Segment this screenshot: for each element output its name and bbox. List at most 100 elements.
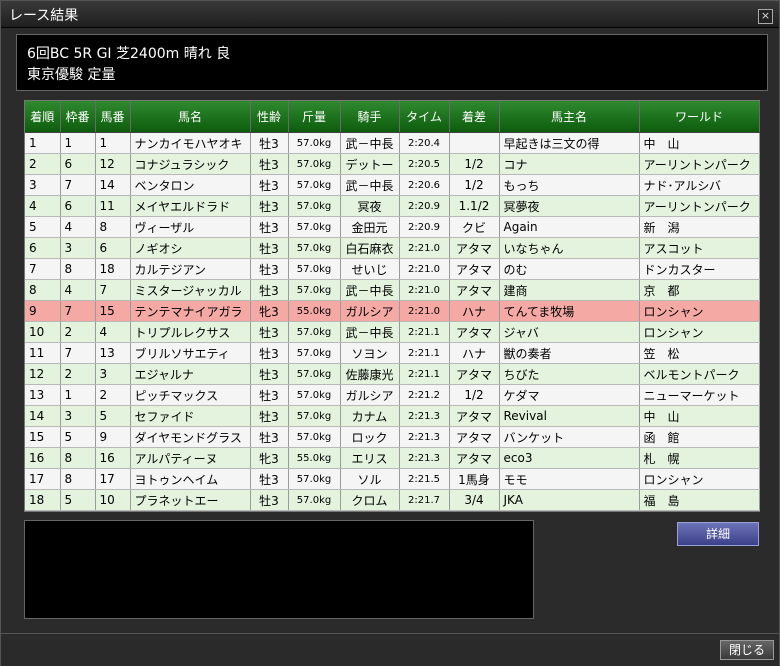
table-cell: せいじ [340, 258, 400, 280]
table-cell: ノギオシ [130, 237, 251, 259]
column-header[interactable]: 着順 [25, 101, 61, 133]
column-header[interactable]: ワールド [639, 101, 760, 133]
table-row[interactable]: 17 8 17 ヨトゥンヘイム 牡3 57.0kg ソル 2:21.5 1馬身 モモ ロンシャン [25, 468, 760, 490]
table-cell: 6 [95, 237, 131, 259]
table-cell: 牡3 [250, 216, 289, 238]
table-row[interactable]: 10 2 4 トリプルレクサス 牡3 57.0kg 武－中長 2:21.1 アタマ ジャバ ロンシャ… [25, 321, 760, 343]
table-cell: 57.0kg [288, 468, 341, 490]
column-header[interactable]: 着差 [449, 101, 500, 133]
table-cell: ニューマーケット [639, 384, 760, 406]
table-cell: 14 [95, 174, 131, 196]
table-cell: 牡3 [250, 405, 289, 427]
table-row[interactable]: 13 1 2 ピッチマックス 牡3 57.0kg ガルシア 2:21.2 1/2 ケダマ ニューマー… [25, 384, 760, 406]
table-cell: エリス [340, 447, 400, 469]
table-row[interactable]: 15 5 9 ダイヤモンドグラス 牡3 57.0kg ロック 2:21.3 アタマ バンケット函 … [25, 426, 760, 448]
table-cell: アタマ [449, 426, 500, 448]
table-cell: 佐藤康光 [340, 363, 400, 385]
table-cell: 冥夢夜 [499, 195, 640, 217]
table-cell: 3/4 [449, 489, 500, 511]
table-cell: 57.0kg [288, 321, 341, 343]
table-cell: 18 [25, 489, 61, 511]
detail-button[interactable]: 詳細 [677, 522, 759, 546]
column-header[interactable]: 馬名 [130, 101, 251, 133]
column-header[interactable]: 性齢 [250, 101, 289, 133]
table-cell: 牡3 [250, 237, 289, 259]
table-cell: 8 [60, 468, 96, 490]
column-header[interactable]: 枠番 [60, 101, 96, 133]
table-cell: ハナ [449, 342, 500, 364]
table-row[interactable]: 8 4 7 ミスタージャッカル 牡3 57.0kg 武－中長 2:21.0 アタマ 建商京 都 [25, 279, 760, 301]
table-row[interactable]: 14 3 5 セファイド 牡3 57.0kg カナム 2:21.3 アタマ Revival 中 山 [25, 405, 760, 427]
table-row[interactable]: 3 7 14 ベンタロン 牡3 57.0kg 武－中長 2:20.6 1/2 もっち ナド･アルシバ [25, 174, 760, 196]
table-cell: 3 [60, 405, 96, 427]
comment-panel [24, 520, 534, 619]
table-cell: 8 [60, 447, 96, 469]
table-cell: 57.0kg [288, 279, 341, 301]
table-cell: 白石麻衣 [340, 237, 400, 259]
table-row[interactable]: 18 5 10 プラネットエー 牡3 57.0kg クロム 2:21.7 3/4 JKA 福 島 [25, 489, 760, 511]
table-cell [449, 132, 500, 154]
table-cell: 55.0kg [288, 447, 341, 469]
close-icon[interactable]: × [758, 9, 773, 24]
table-cell: カルテジアン [130, 258, 251, 280]
table-cell: アーリントンパーク [639, 195, 760, 217]
table-row[interactable]: 7 8 18 カルテジアン 牡3 57.0kg せいじ 2:21.0 アタマ のむ ドンカスター [25, 258, 760, 280]
table-cell: デットー [340, 153, 400, 175]
table-cell: 武－中長 [340, 132, 400, 154]
table-cell: ハナ [449, 300, 500, 322]
table-cell: プラネットエー [130, 489, 251, 511]
column-header[interactable]: 馬番 [95, 101, 131, 133]
table-cell: Again [499, 216, 640, 238]
table-cell: 2:21.7 [399, 489, 450, 511]
table-row[interactable]: 2 6 12 コナジュラシック 牡3 57.0kg デットー 2:20.5 1/2 コナ アーリント… [25, 153, 760, 175]
table-row[interactable]: 1 1 1 ナンカイモハヤオキ 牡3 57.0kg 武－中長 2:20.4 早起きは三文の得中 … [25, 132, 760, 154]
table-cell: 10 [95, 489, 131, 511]
table-cell: 4 [60, 216, 96, 238]
table-row[interactable]: 9 7 15 テンテマナイアガラ 牝3 55.0kg ガルシア 2:21.0 ハナ てんてま牧場ロ… [25, 300, 760, 322]
column-header[interactable]: タイム [399, 101, 450, 133]
table-row[interactable]: 12 2 3 エジャルナ 牡3 57.0kg 佐藤康光 2:21.1 アタマ ちびた ベルモントパー… [25, 363, 760, 385]
table-cell: アタマ [449, 237, 500, 259]
table-cell: 中 山 [639, 405, 760, 427]
table-cell: モモ [499, 468, 640, 490]
table-cell: 18 [95, 258, 131, 280]
table-cell: ピッチマックス [130, 384, 251, 406]
table-cell: コナ [499, 153, 640, 175]
table-row[interactable]: 4 6 11 メイヤエルドラド 牡3 57.0kg 冥夜 2:20.9 1.1/2 冥夢夜 アーリン… [25, 195, 760, 217]
table-cell: 1 [60, 132, 96, 154]
table-row[interactable]: 6 3 6 ノギオシ 牡3 57.0kg 白石麻衣 2:21.0 アタマ いなちゃん アスコット [25, 237, 760, 259]
table-cell: アタマ [449, 405, 500, 427]
table-cell: アタマ [449, 258, 500, 280]
table-cell: エジャルナ [130, 363, 251, 385]
table-cell: 3 [60, 237, 96, 259]
table-cell: 1 [60, 384, 96, 406]
table-cell: 15 [25, 426, 61, 448]
column-header[interactable]: 斤量 [288, 101, 341, 133]
result-table-container: 着順 枠番 馬番 馬名 性齢 斤量 騎手 タイム 着差 馬主名 ワールド 1 1 1 ナンカイモハヤオキ牡… [24, 100, 760, 512]
table-cell: カナム [340, 405, 400, 427]
race-conditions: 6回BC 5R GⅠ 芝2400m 晴れ 良 [27, 46, 231, 62]
table-cell: アスコット [639, 237, 760, 259]
close-button[interactable]: 閉じる [720, 640, 774, 660]
table-cell: 牡3 [250, 279, 289, 301]
table-cell: アタマ [449, 321, 500, 343]
table-cell: いなちゃん [499, 237, 640, 259]
column-header[interactable]: 騎手 [340, 101, 400, 133]
table-cell: ロンシャン [639, 321, 760, 343]
column-header[interactable]: 馬主名 [499, 101, 640, 133]
title-bar: レース結果 × [1, 1, 779, 28]
table-cell: 2:21.1 [399, 363, 450, 385]
table-cell: 2:21.0 [399, 300, 450, 322]
table-cell: 牝3 [250, 300, 289, 322]
table-cell: 11 [25, 342, 61, 364]
table-cell: 武－中長 [340, 174, 400, 196]
table-cell: のむ [499, 258, 640, 280]
table-row[interactable]: 11 7 13 ブリルソサエティ 牡3 57.0kg ソヨン 2:21.1 ハナ 獣の奏者笠 松 [25, 342, 760, 364]
table-row[interactable]: 5 4 8 ヴィーザル 牡3 57.0kg 金田元 2:20.9 クビ Again 新 潟 [25, 216, 760, 238]
table-row[interactable]: 16 8 16 アルパティーヌ 牝3 55.0kg エリス 2:21.3 アタマ eco3 札 幌 [25, 447, 760, 469]
race-name: 東京優駿 定量 [27, 67, 116, 83]
table-cell: 牡3 [250, 174, 289, 196]
table-cell: 1 [25, 132, 61, 154]
table-cell: 11 [95, 195, 131, 217]
table-cell: ミスタージャッカル [130, 279, 251, 301]
